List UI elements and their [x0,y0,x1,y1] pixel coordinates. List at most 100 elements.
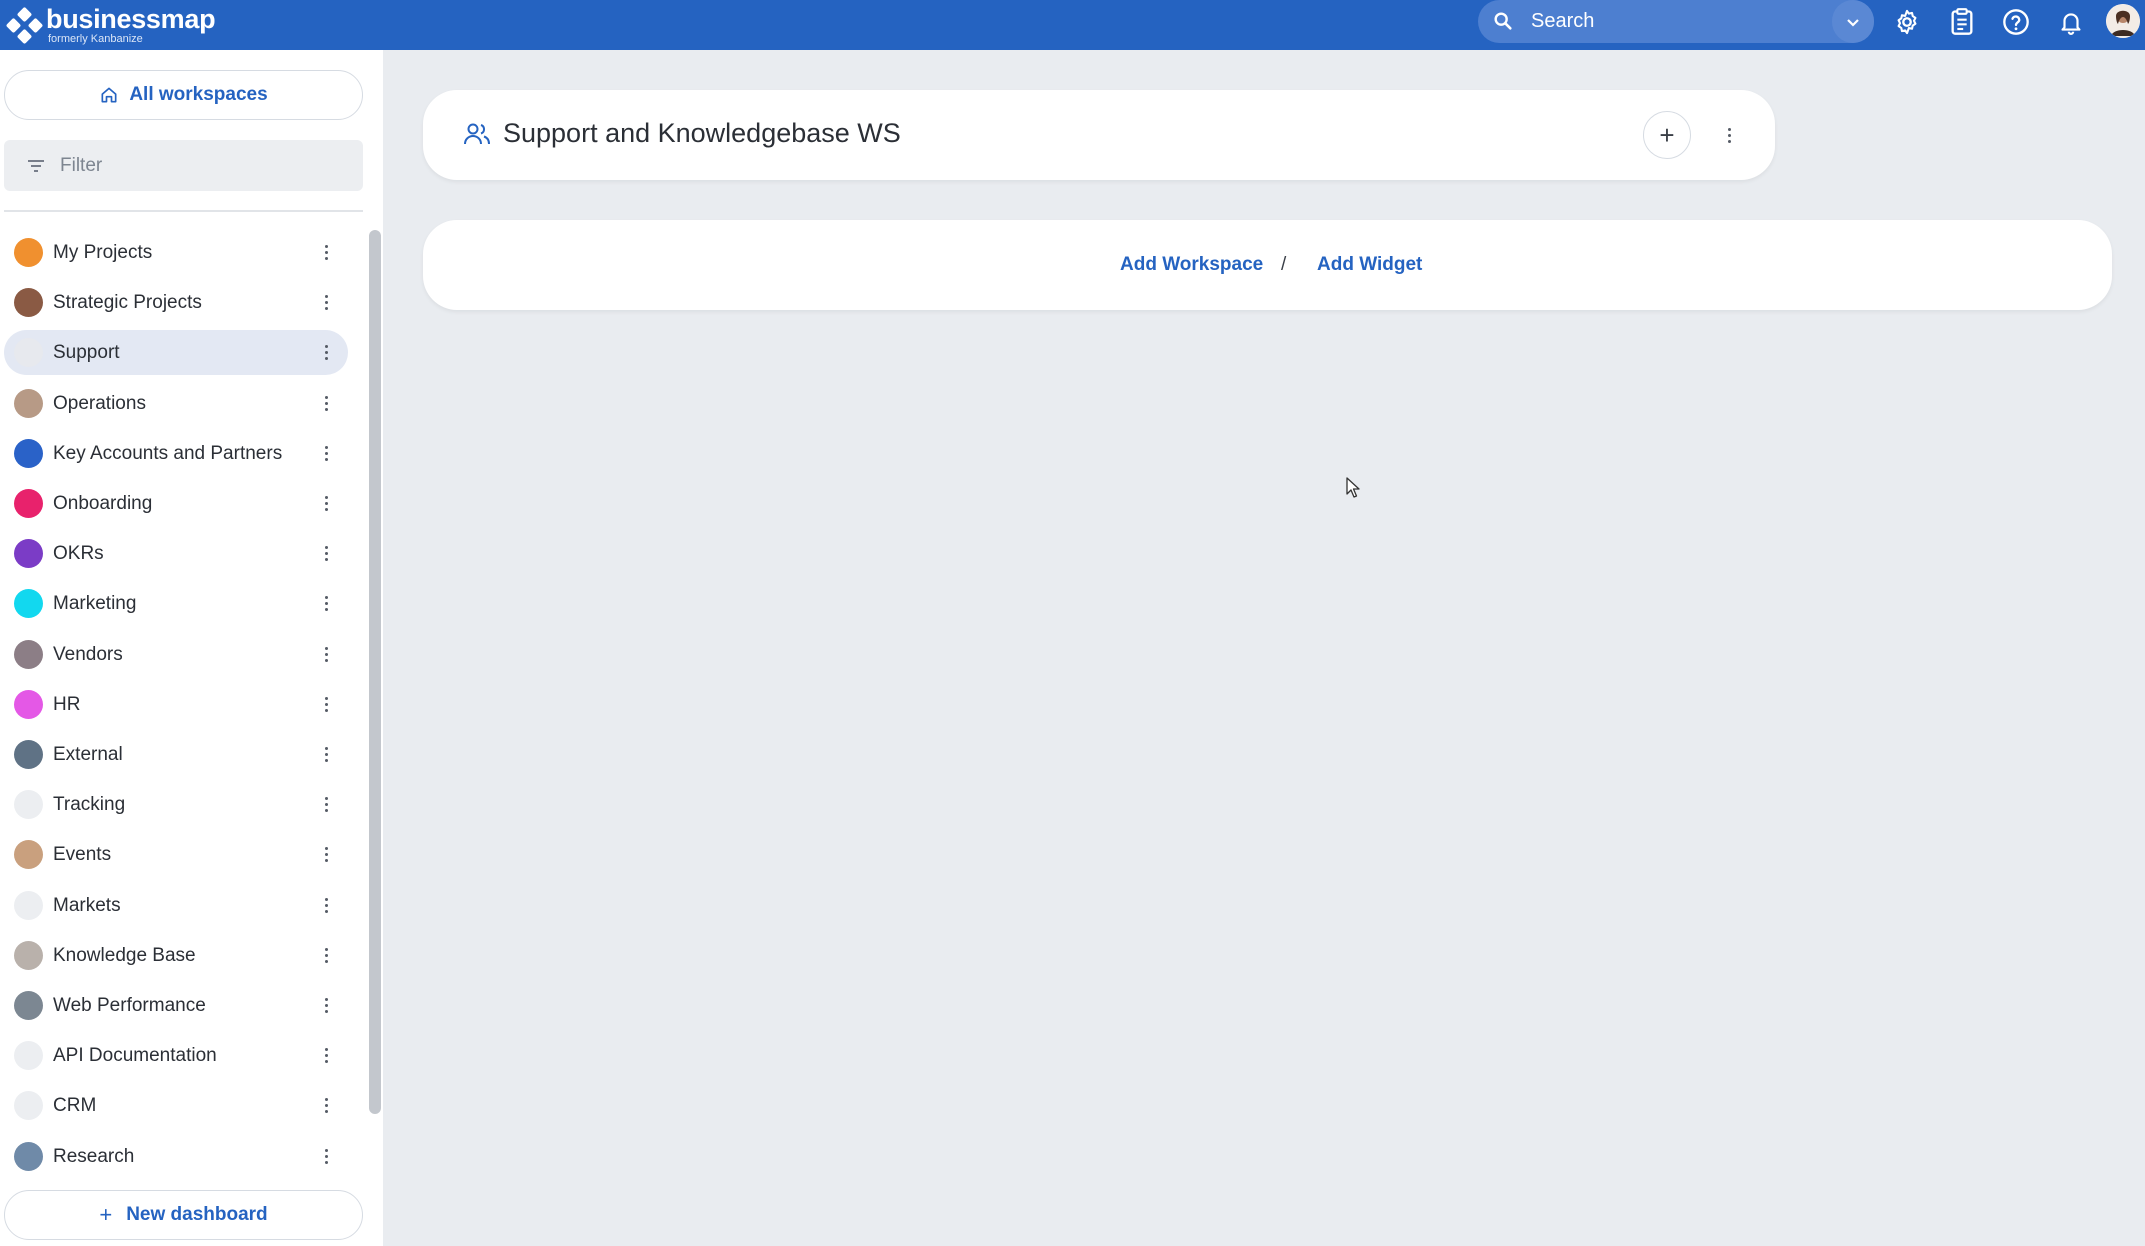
sidebar-item[interactable]: Markets [4,883,348,928]
more-options-icon[interactable] [316,338,336,367]
more-options-icon[interactable] [316,840,336,869]
logo-subtitle: formerly Kanbanize [48,32,143,45]
sidebar: All workspaces Filter My Projects Strateg… [0,50,383,1246]
more-options-icon[interactable] [316,389,336,418]
sidebar-item-label: Vendors [53,643,123,665]
workspace-avatar [14,338,43,368]
workspace-avatar [14,539,43,569]
sidebar-item[interactable]: Operations [4,381,348,426]
sidebar-divider [4,210,363,212]
sidebar-item-label: Research [53,1145,135,1167]
settings-button[interactable] [1891,6,1923,38]
workspace-avatar [14,790,43,820]
workspace-menu-button[interactable] [1719,120,1739,150]
sidebar-item[interactable]: Knowledge Base [4,933,348,978]
workspace-avatar [14,740,43,769]
sidebar-item[interactable]: My Projects [4,230,348,275]
more-options-icon[interactable] [316,1142,336,1171]
sidebar-item-label: CRM [53,1095,97,1117]
workspace-avatar [14,1041,43,1071]
help-button[interactable] [2000,6,2032,38]
more-options-icon[interactable] [316,640,336,669]
more-options-icon[interactable] [316,1041,336,1070]
sidebar-item-label: API Documentation [53,1045,217,1067]
filter-icon [28,159,44,172]
search-icon [1494,12,1512,30]
sidebar-item[interactable]: Events [4,832,348,877]
sidebar-item[interactable]: Tracking [4,782,348,827]
sidebar-item[interactable]: External [4,732,348,777]
workspace-avatar [14,1091,43,1121]
workspace-avatar [14,1141,43,1171]
search-scope-dropdown[interactable] [1832,0,1874,43]
clipboard-button[interactable] [1946,6,1978,38]
sidebar-item-label: Events [53,844,112,866]
sidebar-item-label: Markets [53,894,121,916]
notifications-button[interactable] [2055,6,2087,38]
sidebar-item[interactable]: Onboarding [4,481,348,526]
sidebar-item[interactable]: Research [4,1134,348,1179]
sidebar-item[interactable]: Strategic Projects [4,280,348,325]
sidebar-item-label: Marketing [53,593,137,615]
more-options-icon[interactable] [316,941,336,970]
workspace-avatar [14,288,43,318]
more-options-icon[interactable] [316,790,336,819]
more-options-icon[interactable] [316,740,336,769]
bell-icon [2061,13,2081,35]
workspace-avatar [14,689,43,719]
sidebar-item[interactable]: Marketing [4,581,348,626]
home-icon [101,87,117,103]
more-options-icon[interactable] [316,991,336,1020]
chevron-down-icon [1847,18,1859,27]
workspace-avatar [14,589,43,619]
sidebar-item-label: OKRs [53,543,104,565]
more-options-icon[interactable] [316,539,336,568]
user-avatar[interactable] [2106,4,2140,38]
filter-placeholder: Filter [60,154,103,176]
search-bar[interactable]: Search [1478,0,1874,43]
sidebar-item-label: External [53,744,123,765]
more-options-icon[interactable] [316,489,336,518]
sidebar-item[interactable]: HR [4,682,348,727]
logo[interactable]: businessmap formerly Kanbanize [5,3,216,46]
sidebar-item-label: Operations [53,392,146,414]
more-options-icon[interactable] [316,288,336,317]
sidebar-scrollbar[interactable] [369,230,381,1114]
filter-input[interactable]: Filter [4,140,363,191]
workspace-avatar [14,940,43,970]
new-dashboard-label: New dashboard [126,1204,268,1225]
more-options-icon[interactable] [316,891,336,920]
sidebar-item[interactable]: CRM [4,1083,348,1128]
sidebar-item-label: Web Performance [53,995,206,1016]
sidebar-item[interactable]: Vendors [4,632,348,677]
add-widget-link[interactable]: Add Widget [1317,254,1422,276]
add-content-card: Add Workspace / Add Widget [423,220,2112,310]
sidebar-item[interactable]: OKRs [4,531,348,576]
sidebar-item[interactable]: Support [4,330,348,376]
gear-icon [1897,9,1917,35]
logo-name: businessmap [46,3,216,34]
sidebar-item[interactable]: API Documentation [4,1033,348,1078]
add-workspace-link[interactable]: Add Workspace [1120,254,1263,276]
more-options-icon[interactable] [316,439,336,468]
workspace-avatar [14,438,43,468]
mouse-cursor-icon [1346,477,1360,498]
more-options-icon[interactable] [316,238,336,267]
workspace-avatar [14,991,43,1020]
logo-icon [5,6,44,45]
help-icon [2003,9,2029,35]
more-options-icon[interactable] [316,690,336,719]
new-dashboard-button[interactable]: + New dashboard [4,1190,363,1240]
sidebar-item[interactable]: Key Accounts and Partners [4,431,348,476]
sidebar-item-label: My Projects [53,242,153,263]
more-options-icon[interactable] [316,589,336,618]
workspace-avatar [14,238,43,267]
more-options-icon[interactable] [316,1091,336,1120]
all-workspaces-button[interactable]: All workspaces [4,70,363,120]
search-input[interactable]: Search [1531,10,1594,33]
sidebar-item-label: Knowledge Base [53,944,196,966]
sidebar-item[interactable]: Web Performance [4,983,348,1028]
workspace-avatar [14,639,43,669]
sidebar-item-label: Onboarding [53,493,153,514]
add-button[interactable]: + [1643,111,1691,159]
